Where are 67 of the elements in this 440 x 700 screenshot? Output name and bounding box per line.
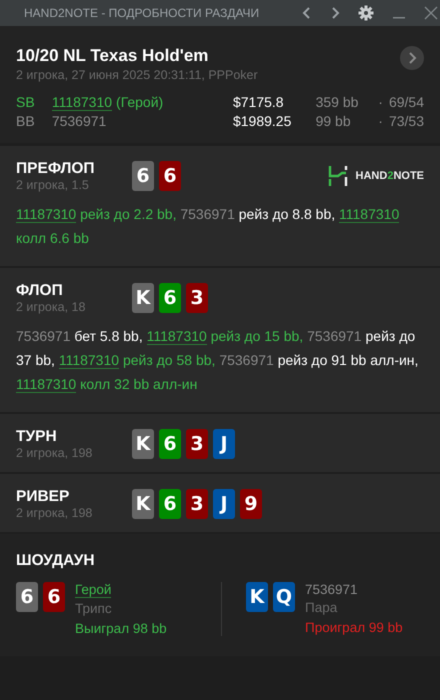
playing-card: 9 bbox=[240, 489, 262, 519]
logo-icon bbox=[328, 165, 348, 187]
hand-rank: Пара bbox=[305, 600, 338, 615]
forward-icon[interactable] bbox=[330, 6, 340, 20]
player-link[interactable]: 7536971 bbox=[180, 206, 235, 222]
playing-card: 6 bbox=[159, 489, 181, 519]
player-stats: 69/54 bbox=[388, 94, 424, 110]
player-name[interactable]: Герой bbox=[75, 582, 112, 598]
playing-card: 6 bbox=[159, 283, 181, 313]
window-title: HAND2NOTE - ПОДРОБНОСТИ РАЗДАЧИ bbox=[24, 6, 260, 20]
separator-dot: · bbox=[378, 113, 383, 129]
position-label: SB bbox=[16, 94, 36, 110]
showdown-title: ШОУДАУН bbox=[16, 552, 96, 570]
result-text: Выиграл 98 bb bbox=[75, 621, 167, 636]
stack-bb: 359 bb bbox=[316, 94, 360, 110]
player-name[interactable]: 7536971 bbox=[305, 582, 358, 597]
playing-card: 6 bbox=[132, 161, 154, 191]
street-info: 2 игрока, 18 bbox=[16, 300, 86, 314]
playing-card: 3 bbox=[186, 429, 208, 459]
hero-label: (Герой) bbox=[116, 94, 164, 111]
player-link[interactable]: 7536971 bbox=[16, 328, 71, 344]
street-title: ТУРН bbox=[16, 428, 58, 446]
player-link[interactable]: 11187310 bbox=[146, 328, 207, 345]
hand-title: 10/20 NL Texas Hold'em bbox=[16, 46, 210, 66]
playing-card: 6 bbox=[159, 429, 181, 459]
street-title: ФЛОП bbox=[16, 282, 64, 300]
playing-card: 6 bbox=[159, 161, 181, 191]
playing-card: J bbox=[213, 429, 235, 459]
hand-rank: Трипс bbox=[75, 601, 112, 616]
logo-text: HAND2NOTE bbox=[356, 170, 424, 182]
street-title: ПРЕФЛОП bbox=[16, 160, 96, 178]
playing-card: Q bbox=[273, 582, 295, 612]
playing-card: J bbox=[213, 489, 235, 519]
street-info: 2 игрока, 198 bbox=[16, 446, 94, 460]
close-icon[interactable] bbox=[424, 6, 438, 20]
action-log: 7536971 бет 5.8 bb, 11187310 рейз до 15 bb, 7536971 рейз до 37 bb, 11187310 рейз до 58 bb, 7536971 рейз до 91 bb алл-ин, 11187310 колл 32 bb алл-ин bbox=[16, 327, 420, 395]
street-title: РИВЕР bbox=[16, 488, 70, 506]
player-link[interactable]: 11187310 bbox=[16, 206, 76, 223]
player-link[interactable]: 7536971 bbox=[219, 352, 274, 368]
action-log: 11187310 рейз до 2.2 bb, 7536971 рейз до 8.8 bb, 11187310 колл 6.6 bb bbox=[16, 205, 400, 248]
stack-amount: $7175.8 bbox=[232, 94, 285, 110]
back-icon[interactable] bbox=[302, 6, 312, 20]
position-label: BB bbox=[16, 113, 36, 129]
player-link[interactable]: 11187310 bbox=[16, 376, 76, 393]
stack-bb: 99 bb bbox=[316, 113, 352, 129]
playing-card: 6 bbox=[43, 582, 65, 612]
playing-card: K bbox=[132, 429, 154, 459]
result-text: Проиграл 99 bb bbox=[305, 620, 403, 635]
playing-card: 3 bbox=[186, 283, 208, 313]
next-button[interactable] bbox=[400, 46, 424, 70]
street-info: 2 игрока, 198 bbox=[16, 506, 94, 520]
playing-card: 3 bbox=[186, 489, 208, 519]
player-name[interactable]: 7536971 bbox=[52, 113, 106, 129]
separator-dot: · bbox=[378, 94, 383, 110]
player-link[interactable]: 11187310 bbox=[339, 206, 400, 223]
playing-card: 6 bbox=[16, 582, 38, 612]
playing-card: K bbox=[246, 582, 268, 612]
hand-info: 2 игрока, 27 июня 2025 20:31:11, PPPoker bbox=[16, 68, 258, 82]
settings-icon[interactable] bbox=[358, 5, 374, 21]
player-stats: 73/53 bbox=[388, 113, 424, 129]
player-link[interactable]: 7536971 bbox=[307, 328, 362, 344]
player-name[interactable]: 11187310 bbox=[52, 94, 112, 111]
stack-amount: $1989.25 bbox=[232, 113, 292, 129]
playing-card: K bbox=[132, 283, 154, 313]
player-link[interactable]: 11187310 bbox=[58, 352, 120, 369]
playing-card: K bbox=[132, 489, 154, 519]
street-info: 2 игрока, 1.5 bbox=[16, 178, 90, 192]
